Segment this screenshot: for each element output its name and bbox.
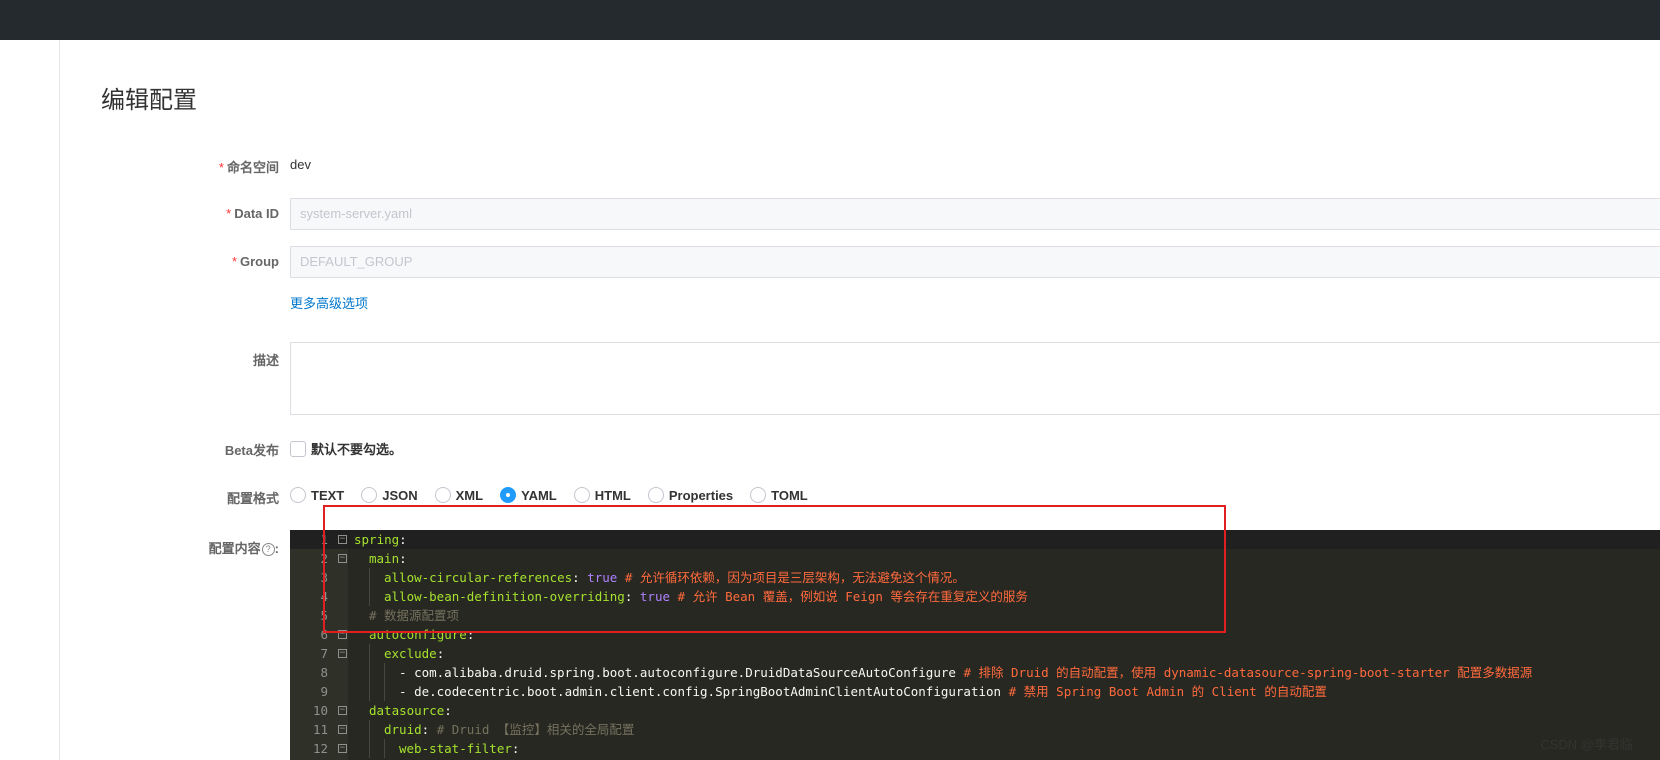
- fold-toggle-icon[interactable]: −: [338, 706, 347, 715]
- fold-toggle-icon[interactable]: −: [338, 725, 347, 734]
- code-text: web-stat-filter:: [354, 739, 519, 758]
- yaml-key: datasource: [369, 703, 445, 718]
- radio-dot-selected[interactable]: [500, 487, 517, 503]
- indent-guide: [354, 739, 369, 758]
- indent-guide: [384, 682, 399, 701]
- radio-json[interactable]: JSON: [361, 487, 418, 503]
- description-textarea[interactable]: [290, 342, 1660, 415]
- yaml-separator: :: [444, 703, 452, 718]
- radio-xml-label: XML: [455, 487, 484, 503]
- indent-guide: [354, 663, 369, 682]
- line-number: 12: [312, 741, 328, 756]
- code-line: 10− datasource:: [290, 701, 1660, 720]
- radio-toml[interactable]: TOML: [750, 487, 808, 503]
- yaml-value: de.codecentric.boot.admin.client.config.…: [414, 684, 1002, 699]
- yaml-separator: :: [436, 646, 445, 661]
- radio-html[interactable]: HTML: [573, 487, 631, 503]
- indent-guide: [354, 701, 369, 720]
- sidebar-divider: [59, 40, 60, 760]
- code-line: 11− druid: # Druid 【监控】相关的全局配置: [290, 720, 1660, 739]
- dataid-input[interactable]: system-server.yaml: [290, 198, 1660, 230]
- group-label: * Group: [231, 254, 279, 269]
- yaml-separator: :: [511, 741, 520, 756]
- content-label-colon: :: [274, 541, 279, 556]
- code-text: datasource:: [354, 701, 452, 720]
- yaml-comment: # 禁用 Spring Boot Admin 的 Client 的自动配置: [1001, 684, 1327, 699]
- radio-dot[interactable]: [434, 487, 451, 503]
- radio-yaml-label: YAML: [521, 487, 557, 503]
- radio-properties-label: Properties: [668, 487, 734, 503]
- yaml-separator: :: [421, 722, 437, 737]
- fold-toggle-icon[interactable]: −: [338, 649, 347, 658]
- fold-toggle-icon[interactable]: −: [338, 744, 347, 753]
- yaml-separator: -: [399, 665, 415, 680]
- code-line: 7− exclude:: [290, 644, 1660, 663]
- yaml-value: com.alibaba.druid.spring.boot.autoconfig…: [414, 665, 956, 680]
- radio-json-label: JSON: [382, 487, 418, 503]
- checkbox-box[interactable]: [290, 440, 306, 457]
- description-label: 描述: [252, 353, 279, 368]
- dataid-label: * Data ID: [226, 206, 279, 221]
- radio-text[interactable]: TEXT: [290, 487, 344, 503]
- highlight-box: [323, 505, 1226, 633]
- code-text: exclude:: [354, 644, 444, 663]
- radio-dot[interactable]: [573, 487, 590, 503]
- help-icon[interactable]: ?: [261, 543, 275, 557]
- line-number: 8: [320, 665, 328, 680]
- yaml-key: web-stat-filter: [399, 741, 512, 756]
- code-text: druid: # Druid 【监控】相关的全局配置: [354, 720, 634, 739]
- group-input[interactable]: DEFAULT_GROUP: [290, 246, 1660, 278]
- yaml-key: druid: [384, 722, 422, 737]
- line-number: 10: [312, 703, 328, 718]
- radio-xml[interactable]: XML: [434, 487, 484, 503]
- watermark: CSDN @李君临: [1540, 737, 1633, 752]
- indent-guide: [384, 739, 399, 758]
- line-number: 7: [320, 646, 328, 661]
- radio-dot[interactable]: [647, 487, 664, 503]
- indent-guide: [384, 663, 399, 682]
- namespace-label-text: 命名空间: [226, 160, 279, 175]
- format-radio-group: TEXT JSON XML YAML HTML Properties TOML: [290, 487, 825, 503]
- namespace-label: * 命名空间: [218, 160, 279, 175]
- beta-hint: 默认不要勾选。: [311, 442, 403, 457]
- yaml-separator: -: [399, 684, 415, 699]
- indent-guide: [369, 739, 384, 758]
- format-label: 配置格式: [226, 491, 279, 506]
- radio-dot[interactable]: [361, 487, 378, 503]
- radio-dot[interactable]: [750, 487, 767, 503]
- indent-guide: [369, 644, 384, 663]
- indent-guide: [369, 682, 384, 701]
- dataid-label-text: Data ID: [234, 206, 279, 221]
- beta-label: Beta发布: [224, 443, 279, 458]
- code-text: - de.codecentric.boot.admin.client.confi…: [354, 682, 1327, 701]
- indent-guide: [369, 663, 384, 682]
- yaml-comment: # Druid 【监控】相关的全局配置: [436, 722, 635, 737]
- yaml-key: exclude: [384, 646, 437, 661]
- radio-dot[interactable]: [290, 487, 306, 503]
- code-line: 12− web-stat-filter:: [290, 739, 1660, 758]
- beta-checkbox[interactable]: 默认不要勾选。: [290, 439, 402, 458]
- content-label-text: 配置内容: [208, 541, 261, 556]
- group-label-text: Group: [240, 254, 279, 269]
- yaml-comment: # 排除 Druid 的自动配置，使用 dynamic-datasource-s…: [955, 665, 1533, 680]
- indent-guide: [354, 682, 369, 701]
- more-advanced-options-link[interactable]: 更多高级选项: [290, 293, 368, 312]
- indent-guide: [369, 720, 384, 739]
- radio-yaml[interactable]: YAML: [500, 487, 557, 503]
- radio-properties[interactable]: Properties: [647, 487, 734, 503]
- code-line: 8 - com.alibaba.druid.spring.boot.autocon…: [290, 663, 1660, 682]
- page-title: 编辑配置: [101, 87, 197, 114]
- code-text: - com.alibaba.druid.spring.boot.autoconf…: [354, 663, 1532, 682]
- line-number: 9: [320, 684, 328, 699]
- line-number: 11: [312, 722, 328, 737]
- code-line: 9 - de.codecentric.boot.admin.client.conf…: [290, 682, 1660, 701]
- indent-guide: [354, 720, 369, 739]
- indent-guide: [354, 644, 369, 663]
- radio-html-label: HTML: [594, 487, 631, 503]
- radio-text-label: TEXT: [311, 487, 345, 503]
- content-label: 配置内容?:: [209, 538, 279, 557]
- top-navbar: [0, 0, 1660, 40]
- namespace-value: dev: [290, 157, 311, 172]
- radio-toml-label: TOML: [771, 487, 808, 503]
